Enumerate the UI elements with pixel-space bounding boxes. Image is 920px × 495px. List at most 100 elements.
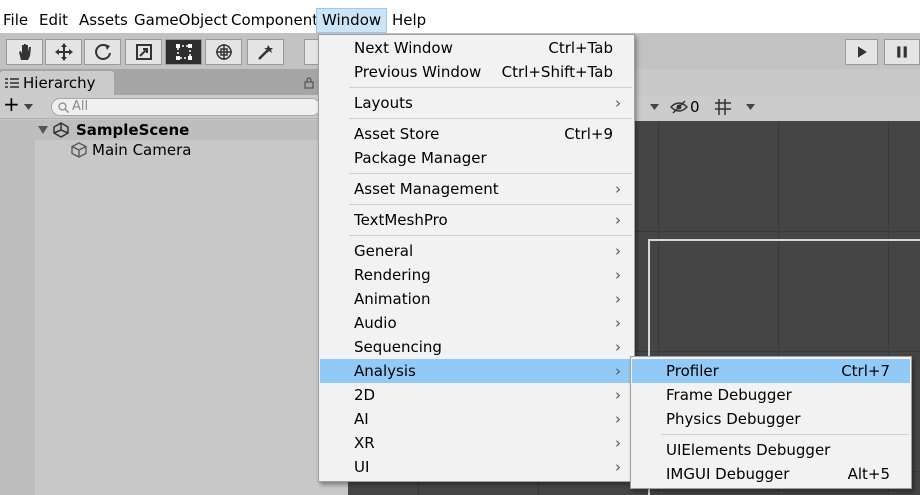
hierarchy-tabbar: Hierarchy <box>0 69 318 95</box>
menu-item-frame-debugger[interactable]: Frame Debugger <box>632 383 910 407</box>
chevron-down-icon[interactable] <box>650 104 659 110</box>
submenu-arrow-icon: › <box>615 180 621 198</box>
submenu-arrow-icon: › <box>615 314 621 332</box>
list-item[interactable]: Main Camera <box>0 140 318 161</box>
menu-item-label: XR <box>354 434 375 452</box>
menu-item-2d[interactable]: 2D › <box>320 383 633 407</box>
menu-item-package-manager[interactable]: Package Manager <box>320 146 633 170</box>
menu-item-profiler[interactable]: Profiler Ctrl+7 <box>632 359 910 383</box>
menu-help[interactable]: Help <box>392 8 426 33</box>
menu-item-label: Sequencing <box>354 338 442 356</box>
menu-item-label: Analysis <box>354 362 416 380</box>
submenu-arrow-icon: › <box>615 362 621 380</box>
menu-separator <box>349 235 632 236</box>
menu-separator <box>661 434 909 435</box>
menu-item-rendering[interactable]: Rendering › <box>320 263 633 287</box>
scene-row[interactable]: SampleScene <box>0 120 318 140</box>
add-button[interactable]: + <box>3 92 20 116</box>
menu-item-animation[interactable]: Animation › <box>320 287 633 311</box>
window-menu: Next Window Ctrl+Tab Previous Window Ctr… <box>318 34 635 482</box>
menu-item-physics-debugger[interactable]: Physics Debugger <box>632 407 910 431</box>
menu-file[interactable]: File <box>3 8 28 33</box>
menu-item-next-window[interactable]: Next Window Ctrl+Tab <box>320 36 633 60</box>
menu-item-shortcut: Ctrl+Shift+Tab <box>501 63 613 81</box>
menu-item-uielements-debugger[interactable]: UIElements Debugger <box>632 438 910 462</box>
submenu-arrow-icon: › <box>615 242 621 260</box>
submenu-arrow-icon: › <box>615 266 621 284</box>
menu-item-shortcut: Ctrl+7 <box>841 362 890 380</box>
chevron-down-icon[interactable] <box>24 104 33 110</box>
menu-item-label: Animation <box>354 290 431 308</box>
transform-tool-icon[interactable] <box>205 39 242 65</box>
menu-item-ui[interactable]: UI › <box>320 455 633 479</box>
menu-assets[interactable]: Assets <box>79 8 128 33</box>
submenu-arrow-icon: › <box>615 290 621 308</box>
scale-tool-icon[interactable] <box>125 39 162 65</box>
hierarchy-tab-label: Hierarchy <box>23 74 96 92</box>
menu-item-label: Next Window <box>354 39 453 57</box>
menu-item-label: Rendering <box>354 266 431 284</box>
menu-item-previous-window[interactable]: Previous Window Ctrl+Shift+Tab <box>320 60 633 84</box>
rect-tool-icon[interactable] <box>165 39 202 65</box>
menu-item-label: UIElements Debugger <box>666 441 831 459</box>
custom-tool-icon[interactable] <box>247 39 284 65</box>
menu-item-sequencing[interactable]: Sequencing › <box>320 335 633 359</box>
menu-item-label: IMGUI Debugger <box>666 465 790 483</box>
list-icon <box>5 78 19 88</box>
submenu-arrow-icon: › <box>615 434 621 452</box>
menu-item-layouts[interactable]: Layouts › <box>320 91 633 115</box>
lock-icon[interactable] <box>304 77 314 89</box>
menu-item-label: TextMeshPro <box>354 211 448 229</box>
hierarchy-left-strip <box>0 140 35 495</box>
gameobject-cube-icon <box>71 142 87 158</box>
menu-item-shortcut: Ctrl+Tab <box>548 39 613 57</box>
menu-item-label: AI <box>354 410 369 428</box>
menu-item-audio[interactable]: Audio › <box>320 311 633 335</box>
submenu-arrow-icon: › <box>615 410 621 428</box>
scene-name: SampleScene <box>76 121 190 139</box>
menu-item-label: Asset Management <box>354 180 499 198</box>
menu-window[interactable]: Window <box>316 8 388 33</box>
submenu-arrow-icon: › <box>615 458 621 476</box>
menu-separator <box>349 204 632 205</box>
search-icon <box>58 102 69 113</box>
menu-item-label: Frame Debugger <box>666 386 792 404</box>
menu-edit[interactable]: Edit <box>39 8 68 33</box>
menu-item-general[interactable]: General › <box>320 239 633 263</box>
hierarchy-search-input[interactable]: All <box>51 98 321 116</box>
unity-scene-icon <box>53 122 69 138</box>
rotate-tool-icon[interactable] <box>84 39 121 65</box>
menu-item-imgui-debugger[interactable]: IMGUI Debugger Alt+5 <box>632 462 910 486</box>
visibility-hidden-icon[interactable] <box>670 99 688 115</box>
expand-arrow-icon[interactable] <box>38 126 48 134</box>
menu-item-textmeshpro[interactable]: TextMeshPro › <box>320 208 633 232</box>
play-icon[interactable] <box>845 39 878 65</box>
menu-separator <box>349 118 632 119</box>
menu-item-shortcut: Alt+5 <box>847 465 890 483</box>
submenu-arrow-icon: › <box>615 211 621 229</box>
menu-item-label: Physics Debugger <box>666 410 801 428</box>
hierarchy-body: SampleScene Main Camera <box>0 120 318 495</box>
menu-item-label: Layouts <box>354 94 413 112</box>
grid-icon[interactable] <box>714 98 732 116</box>
menu-item-shortcut: Ctrl+9 <box>564 125 613 143</box>
menu-item-label: Previous Window <box>354 63 482 81</box>
submenu-arrow-icon: › <box>615 386 621 404</box>
menu-component[interactable]: Component <box>231 8 318 33</box>
menu-item-asset-store[interactable]: Asset Store Ctrl+9 <box>320 122 633 146</box>
menu-item-asset-management[interactable]: Asset Management › <box>320 177 633 201</box>
submenu-arrow-icon: › <box>615 94 621 112</box>
menu-item-analysis[interactable]: Analysis › <box>320 359 633 383</box>
hierarchy-toolbar: + All <box>0 92 321 119</box>
move-tool-icon[interactable] <box>45 39 82 65</box>
pause-icon[interactable] <box>884 39 920 65</box>
menu-item-ai[interactable]: AI › <box>320 407 633 431</box>
menu-item-xr[interactable]: XR › <box>320 431 633 455</box>
menu-item-label: 2D <box>354 386 376 404</box>
chevron-down-icon[interactable] <box>746 104 755 110</box>
hidden-count: 0 <box>690 98 700 116</box>
menu-gameobject[interactable]: GameObject <box>134 8 228 33</box>
hand-tool-icon[interactable] <box>6 39 43 65</box>
menu-item-label: Asset Store <box>354 125 440 143</box>
menu-item-label: Profiler <box>666 362 719 380</box>
